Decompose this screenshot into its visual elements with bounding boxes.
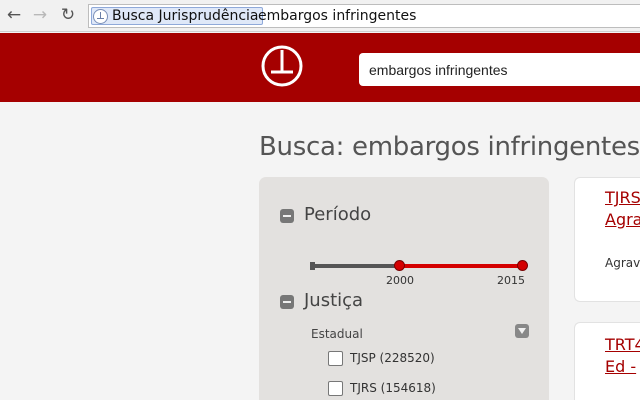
search-engine-chip[interactable]: Busca Jurisprudência (91, 7, 263, 25)
period-slider-end-handle[interactable] (517, 260, 528, 271)
chevron-down-icon[interactable] (515, 324, 529, 338)
estadual-label: Estadual (311, 327, 363, 341)
period-slider-start-handle[interactable] (394, 260, 405, 271)
reload-icon[interactable]: ↻ (58, 5, 78, 25)
address-bar[interactable]: Busca Jurisprudência embargos infringent… (88, 4, 640, 28)
result-card: TRT4 Ed - (574, 322, 640, 400)
site-header (0, 33, 640, 102)
page-title: Busca: embargos infringentes (259, 132, 640, 162)
result-title-link-line2[interactable]: Agra (605, 209, 640, 230)
period-slider-start (310, 262, 315, 270)
collapse-justica-icon[interactable] (280, 295, 294, 309)
checkbox-tjrs[interactable] (328, 380, 343, 396)
checkbox-tjsp[interactable] (328, 350, 343, 366)
result-card: TJRS Agra Agrav (574, 177, 640, 302)
collapse-periodo-icon[interactable] (280, 209, 294, 223)
site-logo-icon[interactable] (259, 43, 305, 89)
result-title-link-line2[interactable]: Ed - (605, 356, 636, 377)
search-input[interactable] (359, 53, 640, 86)
period-tick-end: 2015 (497, 274, 525, 287)
filter-option-tjrs[interactable]: TJRS (154618) (328, 380, 436, 396)
periodo-title: Período (304, 204, 372, 225)
search-box[interactable] (359, 53, 640, 86)
justica-title: Justiça (304, 290, 364, 311)
browser-toolbar: ← → ↻ Busca Jurisprudência embargos infr… (0, 0, 640, 32)
filter-option-label: TJSP (228520) (350, 351, 435, 365)
result-title-link[interactable]: TRT4 (605, 334, 640, 355)
site-logo-icon (93, 8, 108, 24)
period-tick-start: 2000 (386, 274, 414, 287)
period-slider-inactive (312, 264, 399, 268)
result-snippet: Agrav (605, 256, 640, 270)
back-arrow-icon[interactable]: ← (4, 5, 24, 25)
filter-option-tjsp[interactable]: TJSP (228520) (328, 350, 435, 366)
address-bar-text[interactable]: embargos infringentes (258, 7, 416, 25)
search-engine-chip-label: Busca Jurisprudência (112, 8, 259, 24)
filter-option-label: TJRS (154618) (350, 381, 436, 395)
forward-arrow-icon[interactable]: → (30, 5, 50, 25)
result-title-link[interactable]: TJRS (605, 187, 640, 208)
filters-panel: Período 2000 2015 Justiça Estadual TJSP … (259, 177, 549, 400)
